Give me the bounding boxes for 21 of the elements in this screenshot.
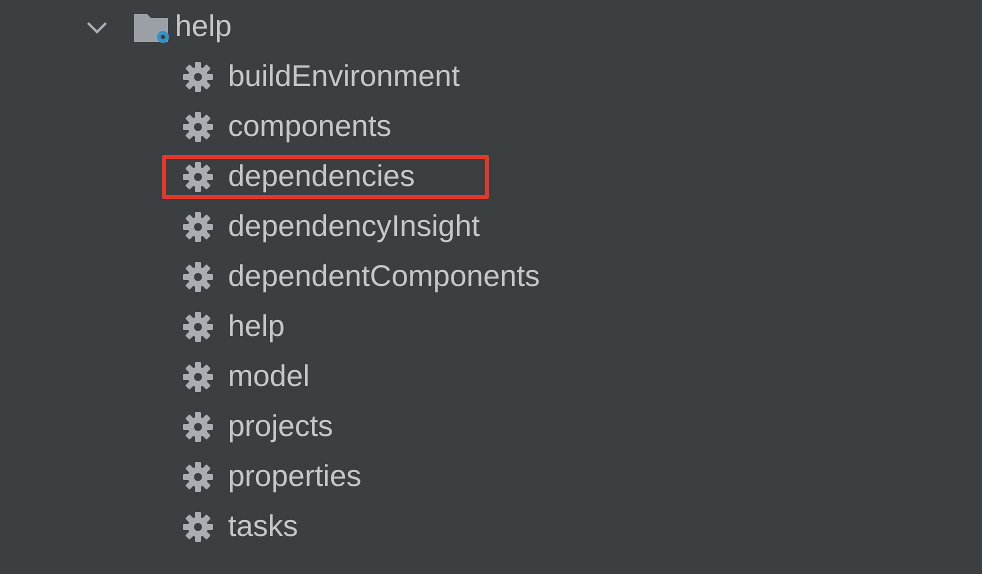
gear-icon [182,511,214,543]
task-label[interactable]: tasks [220,505,306,549]
folder-label[interactable]: help [167,5,240,49]
gear-icon [182,111,214,143]
task-label[interactable]: dependencyInsight [220,205,488,249]
gear-icon [182,361,214,393]
task-label[interactable]: properties [220,455,370,499]
gear-icon [182,411,214,443]
gear-icon [182,261,214,293]
task-label[interactable]: buildEnvironment [220,55,468,99]
gear-icon [182,211,214,243]
gear-icon [182,61,214,93]
task-label[interactable]: help [220,305,293,349]
task-label[interactable]: model [220,355,318,399]
gear-icon [182,161,214,193]
task-label[interactable]: components [220,105,400,149]
task-label[interactable]: projects [220,405,342,449]
gear-icon [182,461,214,493]
task-label[interactable]: dependentComponents [220,255,548,299]
task-label[interactable]: dependencies [162,155,489,199]
gear-icon [182,311,214,343]
